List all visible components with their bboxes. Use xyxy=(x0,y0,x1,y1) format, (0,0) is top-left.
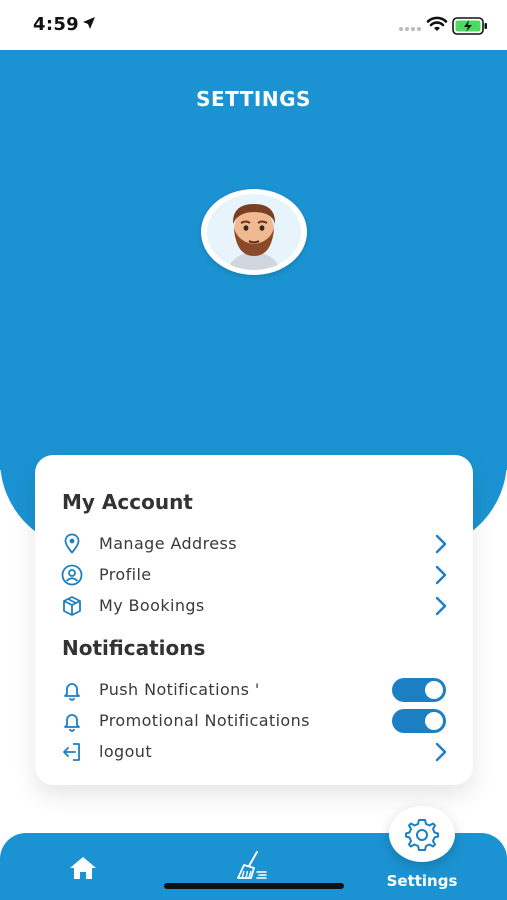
home-indicator xyxy=(164,883,344,889)
chevron-right-icon xyxy=(435,534,447,554)
profile-label: Profile xyxy=(99,565,152,584)
profile-icon xyxy=(61,564,83,586)
avatar-image xyxy=(207,194,301,270)
signal-icon xyxy=(399,27,421,31)
toggle-knob xyxy=(425,712,443,730)
home-icon[interactable] xyxy=(68,855,98,881)
manage-address-label: Manage Address xyxy=(99,534,237,553)
location-pin-icon xyxy=(64,533,80,554)
location-arrow-icon xyxy=(83,17,95,29)
push-notifications-toggle[interactable] xyxy=(392,678,446,702)
bell-icon xyxy=(64,714,80,732)
promotional-notifications-toggle[interactable] xyxy=(392,709,446,733)
status-time: 4:59 xyxy=(33,14,79,35)
promotional-notifications-row: Promotional Notifications xyxy=(60,707,450,735)
manage-address-row[interactable]: Manage Address xyxy=(60,530,450,558)
gear-icon xyxy=(405,819,439,851)
logout-label: logout xyxy=(99,742,152,761)
avatar[interactable] xyxy=(201,189,307,275)
battery-icon xyxy=(452,17,487,35)
notifications-heading: Notifications xyxy=(62,636,206,660)
logout-icon xyxy=(63,743,80,761)
page-title: SETTINGS xyxy=(196,87,311,111)
memoji-icon xyxy=(228,204,280,270)
my-bookings-row[interactable]: My Bookings xyxy=(60,592,450,620)
settings-card: My Account Manage Address Profile My Boo… xyxy=(35,455,473,785)
profile-row[interactable]: Profile xyxy=(60,561,450,589)
push-notifications-label: Push Notifications ' xyxy=(99,680,260,699)
settings-nav-button[interactable] xyxy=(389,806,455,862)
chevron-right-icon xyxy=(435,596,447,616)
wifi-icon xyxy=(426,16,448,31)
my-bookings-label: My Bookings xyxy=(99,596,205,615)
push-notifications-row: Push Notifications ' xyxy=(60,676,450,704)
toggle-knob xyxy=(425,681,443,699)
promotional-notifications-label: Promotional Notifications xyxy=(99,711,310,730)
broom-icon[interactable] xyxy=(235,850,269,882)
chevron-right-icon xyxy=(435,565,447,585)
status-bar: 4:59 xyxy=(0,0,507,50)
logout-row[interactable]: logout xyxy=(60,738,450,766)
box-icon xyxy=(63,596,81,616)
settings-nav-label[interactable]: Settings xyxy=(372,872,472,890)
my-account-heading: My Account xyxy=(62,490,193,514)
bell-icon xyxy=(64,683,80,701)
chevron-right-icon xyxy=(435,742,447,762)
